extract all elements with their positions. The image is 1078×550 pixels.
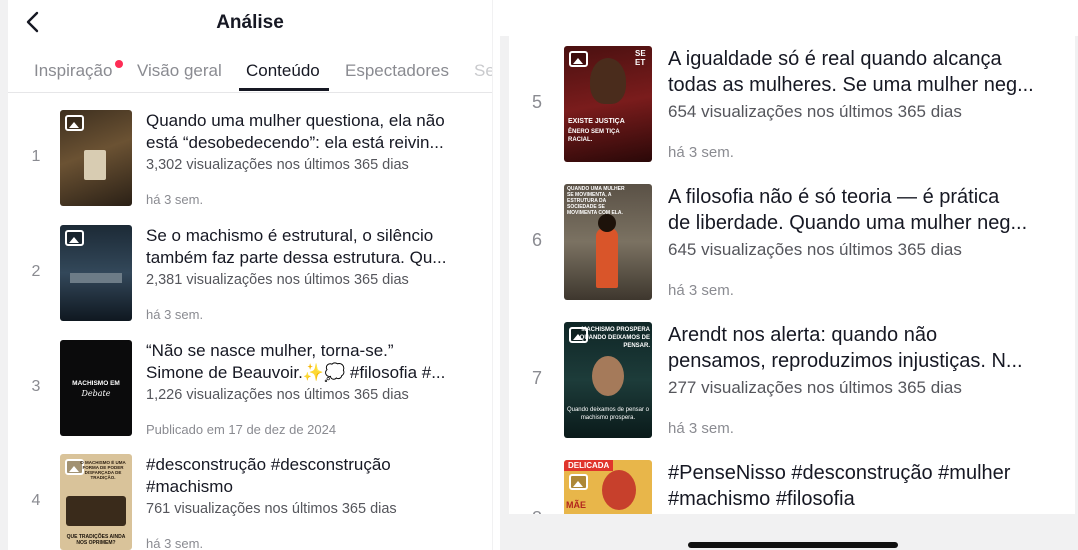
video-thumbnail[interactable]: SE ET EXISTE JUSTIÇA ÊNERO SEM TIÇA RACI… [564, 46, 652, 162]
post-age: há 3 sem. [146, 536, 204, 550]
video-thumbnail[interactable] [60, 110, 132, 206]
post-age: há 3 sem. [146, 307, 204, 322]
rank-number: 3 [31, 378, 41, 395]
thumbnail-text: MÃE [566, 500, 586, 510]
analytics-content-card: Análise Inspiração Visão geral Conteúdo … [8, 0, 492, 550]
view-count: 654 visualizações nos últimos 365 dias [668, 102, 962, 121]
video-thumbnail[interactable] [60, 225, 132, 321]
video-caption[interactable]: A igualdade só é real quando alcança tod… [668, 46, 1068, 98]
caption-line-1: Arendt nos alerta: quando não [668, 324, 938, 346]
thumbnail-text: EXISTE JUSTIÇA [568, 118, 625, 125]
left-screenshot-panel: Análise Inspiração Visão geral Conteúdo … [0, 0, 493, 550]
caption-line-2: #machismo #filosofia [668, 488, 855, 510]
right-screenshot-panel: 5 SE ET EXISTE JUSTIÇA ÊNERO SEM TIÇA RA… [500, 36, 1078, 550]
caption-line-2: #machismo [146, 477, 233, 496]
tab-inspiracao[interactable]: Inspiração [34, 61, 112, 81]
video-caption[interactable]: Se o machismo é estrutural, o silêncio t… [146, 225, 486, 269]
rank-number: 8 [527, 508, 547, 514]
notification-dot-icon [115, 60, 123, 68]
video-caption[interactable]: A filosofia não é só teoria — é prática … [668, 184, 1068, 236]
video-thumbnail[interactable]: MACHISMO EM Debate [60, 340, 132, 436]
image-post-icon [65, 115, 84, 131]
list-item[interactable]: 3 MACHISMO EM Debate “Não se nasce mulhe… [8, 336, 492, 440]
home-indicator-bar[interactable] [688, 542, 898, 548]
image-post-icon [65, 230, 84, 246]
screenshot-separator [493, 0, 500, 550]
post-age: há 3 sem. [146, 192, 204, 207]
caption-line-1: A filosofia não é só teoria — é prática [668, 186, 1000, 208]
post-age: há 3 sem. [668, 420, 734, 437]
video-caption[interactable]: Arendt nos alerta: quando não pensamos, … [668, 322, 1068, 374]
caption-line-2: todas as mulheres. Se uma mulher neg... [668, 74, 1034, 96]
caption-line-2: Simone de Beauvoir.✨💭 #filosofia #... [146, 363, 446, 382]
list-item[interactable]: 7 MACHISMO PROSPERA QUANDO DEIXAMOS DE P… [509, 320, 1075, 450]
view-count: 277 visualizações nos últimos 365 dias [668, 378, 962, 397]
tab-more-partial[interactable]: Se [474, 61, 492, 81]
caption-line-2: também faz parte dessa estrutura. Qu... [146, 248, 447, 267]
caption-line-1: Se o machismo é estrutural, o silêncio [146, 226, 434, 245]
list-item[interactable]: 8 DELICADA MÃE #PenseNisso #desconstruçã… [509, 458, 1075, 514]
view-count: 761 visualizações nos últimos 365 dias [146, 501, 397, 517]
rank-number: 4 [31, 492, 41, 509]
view-count: 645 visualizações nos últimos 365 dias [668, 240, 962, 259]
tab-visao-geral[interactable]: Visão geral [137, 61, 222, 81]
thumbnail-text: MACHISMO EM [72, 380, 120, 387]
tab-divider [8, 92, 492, 93]
video-caption[interactable]: “Não se nasce mulher, torna-se.” Simone … [146, 340, 486, 384]
thumbnail-text: QUE TRADIÇÕES AINDA NOS OPRIMEM? [66, 534, 126, 546]
tab-espectadores[interactable]: Espectadores [345, 61, 449, 81]
video-thumbnail[interactable]: O MACHISMO É UMA FORMA DE PODER DISFARÇA… [60, 454, 132, 550]
analytics-content-card-continued: 5 SE ET EXISTE JUSTIÇA ÊNERO SEM TIÇA RA… [509, 36, 1075, 514]
page-title: Análise [216, 12, 284, 33]
image-post-icon [569, 51, 588, 67]
thumbnail-text: Debate [81, 389, 111, 398]
caption-line-1: Quando uma mulher questiona, ela não [146, 111, 445, 130]
caption-line-1: “Não se nasce mulher, torna-se.” [146, 341, 394, 360]
caption-line-2: de liberdade. Quando uma mulher neg... [668, 212, 1028, 234]
post-age: há 3 sem. [668, 282, 734, 299]
thumbnail-text: DELICADA [564, 460, 614, 471]
post-age: há 3 sem. [668, 144, 734, 161]
image-post-icon [569, 474, 588, 490]
rank-number: 1 [31, 148, 41, 165]
publish-date: Publicado em 17 de dez de 2024 [146, 422, 337, 437]
caption-line-1: A igualdade só é real quando alcança [668, 48, 1002, 70]
rank-number: 7 [531, 368, 542, 388]
app-header: Análise [8, 0, 492, 46]
view-count: 2,381 visualizações nos últimos 365 dias [146, 272, 409, 288]
thumbnail-text: MACHISMO PROSPERA QUANDO DEIXAMOS DE PEN… [579, 327, 650, 349]
view-count: 1,226 visualizações nos últimos 365 dias [146, 387, 409, 403]
rank-number: 6 [531, 230, 542, 250]
list-item[interactable]: 4 O MACHISMO É UMA FORMA DE PODER DISFAR… [8, 450, 492, 550]
rank-number: 2 [31, 263, 41, 280]
list-item[interactable]: 1 Quando uma mulher questiona, ela não e… [8, 106, 492, 210]
video-thumbnail[interactable]: MACHISMO PROSPERA QUANDO DEIXAMOS DE PEN… [564, 322, 652, 438]
video-caption[interactable]: #PenseNisso #desconstrução #mulher #mach… [668, 460, 1068, 512]
list-item[interactable]: 2 Se o machismo é estrutural, o silêncio… [8, 221, 492, 325]
caption-line-2: está “desobedecendo”: ela está reivin... [146, 133, 444, 152]
caption-line-1: #PenseNisso #desconstrução #mulher [668, 462, 1011, 484]
list-item[interactable]: 6 QUANDO UMA MULHER SE MOVIMENTA, A ESTR… [509, 182, 1075, 312]
view-count: 3,302 visualizações nos últimos 365 dias [146, 157, 409, 173]
tab-conteudo[interactable]: Conteúdo [246, 61, 320, 81]
thumbnail-text: Quando deixamos de pensar o machismo pro… [566, 407, 650, 421]
rank-number: 5 [531, 92, 542, 112]
caption-line-2: pensamos, reproduzimos injustiças. N... [668, 350, 1023, 372]
thumbnail-text: O MACHISMO É UMA FORMA DE PODER DISFARÇA… [80, 460, 126, 480]
video-caption[interactable]: #desconstrução #desconstrução #machismo [146, 454, 486, 498]
thumbnail-text: QUANDO UMA MULHER SE MOVIMENTA, A ESTRUT… [567, 186, 625, 216]
tab-bar: Inspiração Visão geral Conteúdo Espectad… [8, 52, 492, 92]
caption-line-1: #desconstrução #desconstrução [146, 455, 391, 474]
thumbnail-text: ÊNERO SEM TIÇA RACIAL. [568, 129, 620, 143]
video-thumbnail[interactable]: DELICADA MÃE [564, 460, 652, 514]
active-tab-indicator [239, 88, 329, 91]
list-item[interactable]: 5 SE ET EXISTE JUSTIÇA ÊNERO SEM TIÇA RA… [509, 44, 1075, 174]
video-caption[interactable]: Quando uma mulher questiona, ela não est… [146, 110, 486, 154]
video-thumbnail[interactable]: QUANDO UMA MULHER SE MOVIMENTA, A ESTRUT… [564, 184, 652, 300]
thumbnail-text: SE ET [635, 49, 646, 67]
